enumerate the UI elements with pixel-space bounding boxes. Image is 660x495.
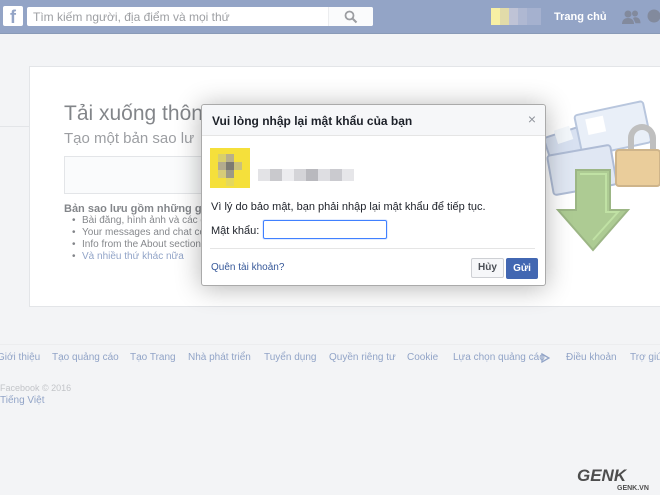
avatar: [210, 148, 250, 188]
close-icon[interactable]: ×: [528, 112, 536, 126]
dialog-title: Vui lòng nhập lại mật khẩu của bạn: [212, 114, 413, 128]
cancel-button[interactable]: Hủy: [471, 258, 504, 278]
reenter-password-dialog: Vui lòng nhập lại mật khẩu của bạn × Vì …: [201, 104, 546, 286]
password-label: Mật khẩu:: [211, 225, 260, 237]
security-message: Vì lý do bảo mật, bạn phải nhập lại mật …: [211, 201, 486, 213]
genk-watermark-logo: GENK GENK.VN: [577, 466, 649, 492]
forgot-account-link[interactable]: Quên tài khoản?: [211, 262, 284, 273]
watermark-domain: GENK.VN: [617, 485, 649, 492]
dialog-divider: [210, 248, 535, 249]
password-field[interactable]: [263, 220, 387, 239]
dialog-header: Vui lòng nhập lại mật khẩu của bạn ×: [202, 105, 545, 136]
send-button[interactable]: Gửi: [506, 258, 538, 279]
user-name-blurred: [258, 169, 354, 181]
watermark-brand: GENK: [577, 466, 628, 485]
